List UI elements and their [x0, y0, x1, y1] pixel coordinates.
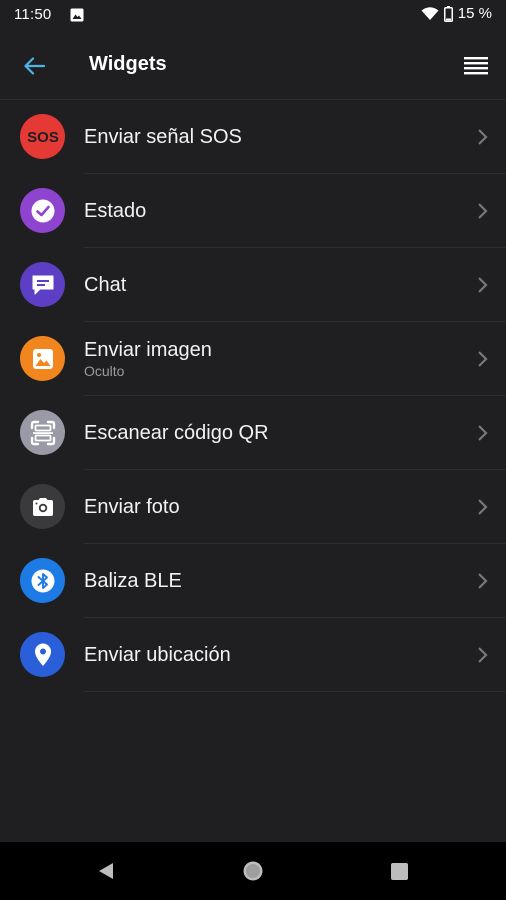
qr-scan-icon — [20, 410, 65, 455]
status-bar: 11:50 15 % — [0, 0, 506, 32]
back-button[interactable] — [18, 50, 50, 82]
list-menu-icon — [464, 57, 488, 75]
chevron-right-icon — [478, 129, 488, 145]
list-divider — [84, 691, 506, 692]
widget-list: SOS Enviar señal SOS Estado Chat Enviar … — [0, 100, 506, 692]
widget-label: Enviar señal SOS — [84, 126, 242, 148]
svg-text:SOS: SOS — [27, 129, 59, 146]
image-notification-icon — [70, 8, 84, 22]
chat-bubble-icon — [20, 262, 65, 307]
system-nav-bar — [0, 842, 506, 900]
widget-item-estado[interactable]: Estado — [0, 174, 506, 248]
widget-label: Enviar foto — [84, 496, 180, 518]
widget-label: Enviar ubicación — [84, 644, 231, 666]
status-time: 11:50 — [14, 6, 52, 23]
chevron-right-icon — [478, 203, 488, 219]
image-icon — [20, 336, 65, 381]
nav-home-icon[interactable] — [242, 860, 264, 882]
widget-label: Chat — [84, 274, 127, 296]
widget-item-text: Baliza BLE — [84, 544, 182, 618]
chevron-right-icon — [478, 573, 488, 589]
widget-item-text: Enviar ubicación — [84, 618, 231, 692]
nav-recents-icon[interactable] — [390, 862, 409, 881]
chevron-right-icon — [478, 277, 488, 293]
battery-icon — [443, 5, 453, 22]
app-bar: Widgets — [0, 32, 506, 99]
chevron-right-icon — [478, 499, 488, 515]
widget-item-text: Estado — [84, 174, 146, 248]
widget-item-chat[interactable]: Chat — [0, 248, 506, 322]
list-menu-button[interactable] — [460, 50, 492, 82]
battery-percentage: 15 % — [457, 5, 492, 22]
page-title: Widgets — [89, 53, 167, 75]
camera-icon — [20, 484, 65, 529]
widget-item-enviar-imagen[interactable]: Enviar imagen Oculto — [0, 322, 506, 396]
location-pin-icon — [20, 632, 65, 677]
widgets-screen: 11:50 15 % Widgets SOS Enviar señal SOS … — [0, 0, 506, 900]
widget-item-sos[interactable]: SOS Enviar señal SOS — [0, 100, 506, 174]
widget-item-text: Enviar foto — [84, 470, 180, 544]
widget-item-escanear-qr[interactable]: Escanear código QR — [0, 396, 506, 470]
widget-item-text: Enviar imagen Oculto — [84, 322, 212, 396]
chevron-right-icon — [478, 351, 488, 367]
widget-item-baliza-ble[interactable]: Baliza BLE — [0, 544, 506, 618]
widget-item-enviar-foto[interactable]: Enviar foto — [0, 470, 506, 544]
bluetooth-icon — [20, 558, 65, 603]
widget-item-enviar-ubicacion[interactable]: Enviar ubicación — [0, 618, 506, 692]
widget-item-text: Chat — [84, 248, 126, 322]
sos-icon: SOS — [20, 114, 65, 159]
widget-item-text: Enviar señal SOS — [84, 100, 242, 174]
check-circle-icon — [20, 188, 65, 233]
widget-label: Enviar imagen — [84, 339, 212, 361]
widget-label: Escanear código QR — [84, 422, 269, 444]
widget-sublabel: Oculto — [84, 363, 125, 379]
arrow-left-icon — [24, 57, 45, 75]
chevron-right-icon — [478, 425, 488, 441]
widget-label: Baliza BLE — [84, 570, 182, 592]
nav-back-icon[interactable] — [96, 861, 116, 881]
wifi-icon — [421, 7, 439, 20]
status-indicators: 15 % — [421, 5, 492, 22]
widget-item-text: Escanear código QR — [84, 396, 269, 470]
widget-label: Estado — [84, 200, 147, 222]
chevron-right-icon — [478, 647, 488, 663]
